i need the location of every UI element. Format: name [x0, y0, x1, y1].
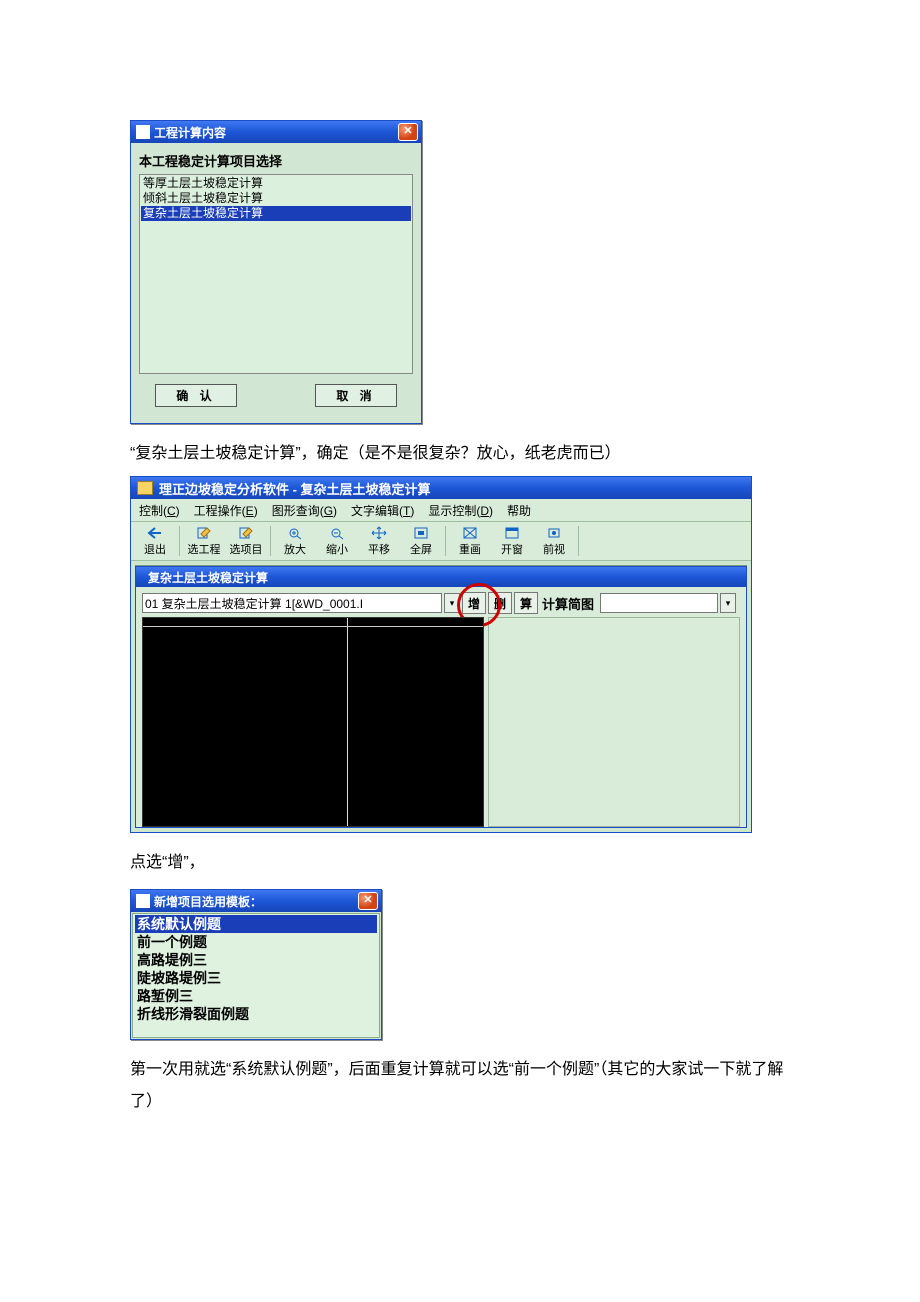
app-titlebar: 理正边坡稳定分析软件 - 复杂土层土坡稳定计算 [131, 477, 751, 499]
tool-front-view[interactable]: 前视 [534, 524, 574, 558]
menu-text[interactable]: 文字编辑(T) [351, 502, 414, 519]
list-item-selected[interactable]: 系统默认例题 [135, 915, 377, 933]
child-title-text: 复杂土层土坡稳定计算 [148, 569, 268, 586]
dialog-new-item-template: 新增项目选用模板： ✕ 系统默认例题 前一个例题 高路堤例三 陡坡路堤例三 路堑… [130, 889, 382, 1040]
tool-pan[interactable]: 平移 [359, 524, 399, 558]
document-page: 工程计算内容 ✕ 本工程稳定计算项目选择 等厚土层土坡稳定计算 倾斜土层土坡稳定… [0, 0, 920, 1302]
dialog-project-calc-content: 工程计算内容 ✕ 本工程稳定计算项目选择 等厚土层土坡稳定计算 倾斜土层土坡稳定… [130, 120, 422, 424]
list-item[interactable]: 路堑例三 [135, 987, 377, 1005]
body-text: 点选“增”， [130, 847, 790, 879]
tool-zoom-in[interactable]: 放大 [275, 524, 315, 558]
app-title-text: 理正边坡稳定分析软件 - 复杂土层土坡稳定计算 [159, 479, 431, 498]
list-item[interactable]: 高路堤例三 [135, 951, 377, 969]
doc-pencil-icon [238, 526, 254, 540]
tool-window[interactable]: 开窗 [492, 524, 532, 558]
ok-button[interactable]: 确 认 [155, 384, 237, 407]
folder-icon [137, 481, 153, 495]
drawing-canvas[interactable] [142, 617, 484, 827]
diagram-combo[interactable] [600, 593, 718, 613]
titlebar: 工程计算内容 ✕ [131, 121, 421, 143]
app-window: 理正边坡稳定分析软件 - 复杂土层土坡稳定计算 控制(C) 工程操作(E) 图形… [130, 476, 752, 833]
list-item[interactable]: 前一个例题 [135, 933, 377, 951]
fullscreen-icon [413, 526, 429, 540]
cancel-button[interactable]: 取 消 [315, 384, 397, 407]
list-item[interactable]: 陡坡路堤例三 [135, 969, 377, 987]
calc-button[interactable]: 算 [514, 592, 538, 614]
front-view-icon [546, 526, 562, 540]
tool-exit[interactable]: 退出 [135, 524, 175, 558]
chevron-down-icon[interactable]: ▾ [444, 593, 460, 613]
child-titlebar: 复杂土层土坡稳定计算 [136, 567, 746, 587]
child-window: 复杂土层土坡稳定计算 01 复杂土层土坡稳定计算 1[&WD_0001.I ▾ … [135, 566, 747, 828]
list-item[interactable]: 折线形滑裂面例题 [135, 1005, 377, 1023]
close-icon[interactable]: ✕ [358, 892, 378, 910]
tool-redraw[interactable]: 重画 [450, 524, 490, 558]
dialog-label: 本工程稳定计算项目选择 [139, 151, 413, 170]
right-label: 计算简图 [542, 594, 594, 613]
tool-fullscreen[interactable]: 全屏 [401, 524, 441, 558]
menu-control[interactable]: 控制(C) [139, 502, 180, 519]
tool-select-project[interactable]: 选工程 [184, 524, 224, 558]
delete-button[interactable]: 删 [488, 592, 512, 614]
tool-select-item[interactable]: 选项目 [226, 524, 266, 558]
body-text: “复杂土层土坡稳定计算”，确定（是不是很复杂？放心，纸老虎而已） [130, 438, 790, 470]
tool-zoom-out[interactable]: 缩小 [317, 524, 357, 558]
item-combo[interactable]: 01 复杂土层土坡稳定计算 1[&WD_0001.I [142, 593, 442, 613]
menu-display[interactable]: 显示控制(D) [428, 502, 493, 519]
titlebar-title: 工程计算内容 [154, 124, 226, 141]
window-icon [504, 526, 520, 540]
arrow-left-icon [147, 526, 163, 540]
menu-help[interactable]: 帮助 [507, 502, 531, 519]
menu-graphics[interactable]: 图形查询(G) [272, 502, 337, 519]
close-icon[interactable]: ✕ [398, 123, 418, 141]
redraw-icon [462, 526, 478, 540]
doc-pencil-icon [196, 526, 212, 540]
system-icon [136, 125, 150, 139]
list-item-selected[interactable]: 复杂土层土坡稳定计算 [141, 206, 411, 221]
chevron-down-icon[interactable]: ▾ [720, 593, 736, 613]
titlebar: 新增项目选用模板： ✕ [131, 890, 381, 912]
list-item[interactable]: 倾斜土层土坡稳定计算 [141, 191, 411, 206]
template-listbox[interactable]: 系统默认例题 前一个例题 高路堤例三 陡坡路堤例三 路堑例三 折线形滑裂面例题 [132, 913, 380, 1038]
pan-icon [371, 526, 387, 540]
control-row: 01 复杂土层土坡稳定计算 1[&WD_0001.I ▾ 增 删 算 计算简图 … [142, 591, 740, 615]
list-item[interactable]: 等厚土层土坡稳定计算 [141, 176, 411, 191]
diagram-panel [488, 617, 740, 827]
crosshair-vertical [347, 618, 348, 826]
zoom-in-icon [287, 526, 303, 540]
add-button[interactable]: 增 [462, 592, 486, 614]
calc-items-listbox[interactable]: 等厚土层土坡稳定计算 倾斜土层土坡稳定计算 复杂土层土坡稳定计算 [139, 174, 413, 374]
menubar: 控制(C) 工程操作(E) 图形查询(G) 文字编辑(T) 显示控制(D) 帮助 [131, 499, 751, 522]
menu-project[interactable]: 工程操作(E) [194, 502, 258, 519]
titlebar-title: 新增项目选用模板： [154, 893, 262, 910]
crosshair-horizontal [143, 626, 483, 627]
zoom-out-icon [329, 526, 345, 540]
toolbar: 退出 选工程 选项目 放大 缩小 平移 [131, 522, 751, 561]
body-text: 第一次用就选“系统默认例题”，后面重复计算就可以选“前一个例题”（其它的大家试一… [130, 1054, 790, 1118]
system-icon [136, 894, 150, 908]
